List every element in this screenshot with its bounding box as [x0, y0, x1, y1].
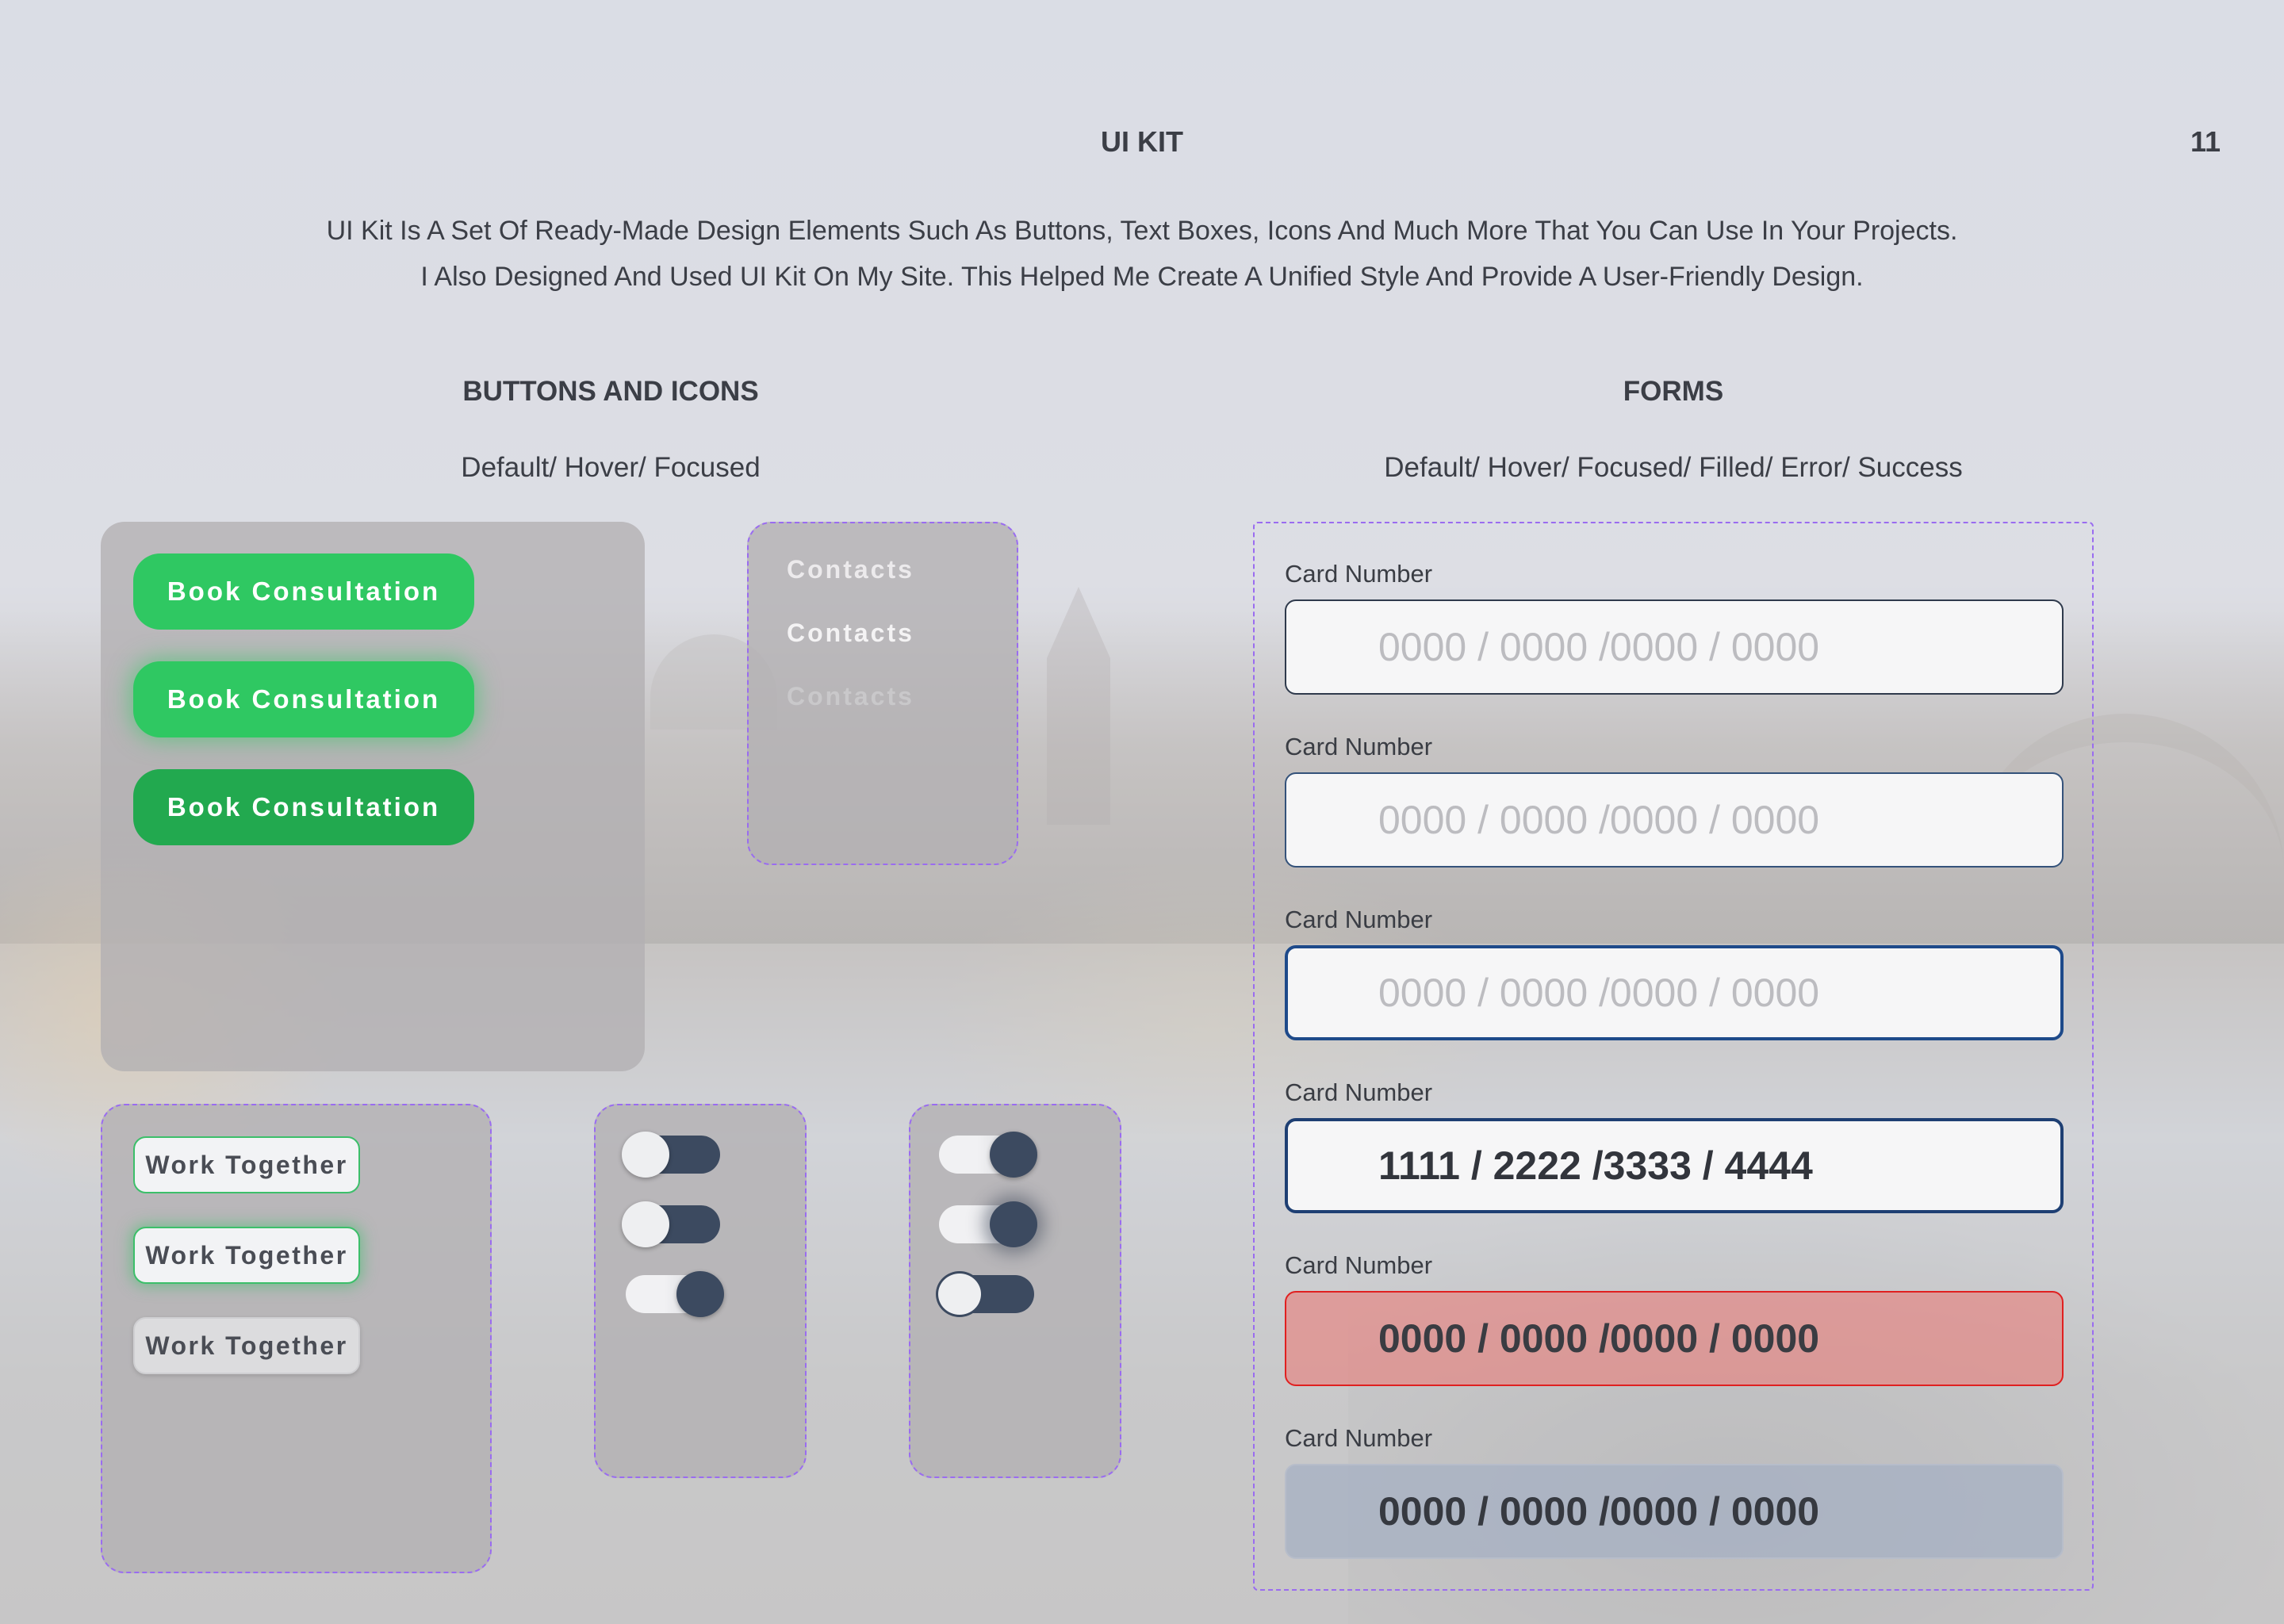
book-consultation-button-focused[interactable]: Book Consultation	[133, 769, 474, 845]
intro-line-1: UI Kit Is A Set Of Ready-Made Design Ele…	[326, 216, 1958, 246]
toggle-switch-off-hover[interactable]	[622, 1201, 720, 1247]
card-number-input-filled[interactable]	[1285, 1118, 2064, 1213]
toggle-switch-on-focused[interactable]	[626, 1271, 724, 1317]
card-number-label: Card Number	[1285, 733, 1433, 760]
toggle-switch-on-hover[interactable]	[939, 1201, 1037, 1247]
card-number-input-focused[interactable]	[1285, 945, 2064, 1040]
card-number-input-default[interactable]	[1285, 599, 2064, 695]
contacts-link-default[interactable]: Contacts	[787, 555, 914, 584]
toggle-knob	[990, 1201, 1037, 1247]
work-together-button-default[interactable]: Work Together	[133, 1136, 360, 1193]
toggle-knob	[990, 1132, 1037, 1178]
toggle-knob	[936, 1271, 983, 1317]
page-number: 11	[2190, 125, 2221, 158]
buttons-section-title: BUTTONS AND ICONS	[462, 376, 759, 407]
card-number-label: Card Number	[1285, 1251, 1433, 1279]
card-number-label: Card Number	[1285, 560, 1433, 588]
card-number-label: Card Number	[1285, 906, 1433, 933]
contacts-link-hover[interactable]: Contacts	[787, 619, 914, 648]
page-title: UI KIT	[1101, 125, 1183, 158]
intro-text: UI Kit Is A Set Of Ready-Made Design Ele…	[159, 208, 2125, 300]
work-together-button-focused[interactable]: Work Together	[133, 1317, 360, 1374]
toggle-switch-on-default[interactable]	[939, 1132, 1037, 1178]
toggle-switch-off-focused[interactable]	[936, 1271, 1034, 1317]
intro-line-2: I Also Designed And Used UI Kit On My Si…	[420, 262, 1864, 292]
card-number-label: Card Number	[1285, 1424, 1433, 1452]
contacts-link-focused[interactable]: Contacts	[787, 682, 914, 711]
card-number-input-success[interactable]	[1285, 1464, 2064, 1559]
work-together-button-hover[interactable]: Work Together	[133, 1227, 360, 1284]
toggle-knob	[622, 1201, 669, 1247]
toggle-switch-off-default[interactable]	[622, 1132, 720, 1178]
toggle-knob	[676, 1271, 724, 1317]
card-number-label: Card Number	[1285, 1078, 1433, 1106]
card-number-input-hover[interactable]	[1285, 772, 2064, 868]
buttons-section-states: Default/ Hover/ Focused	[461, 452, 761, 483]
book-consultation-button-hover[interactable]: Book Consultation	[133, 661, 474, 737]
forms-section-states: Default/ Hover/ Focused/ Filled/ Error/ …	[1384, 452, 1963, 483]
toggle-knob	[622, 1132, 669, 1178]
forms-section-title: FORMS	[1623, 376, 1724, 407]
card-number-input-error[interactable]	[1285, 1291, 2064, 1386]
book-consultation-button-default[interactable]: Book Consultation	[133, 553, 474, 630]
